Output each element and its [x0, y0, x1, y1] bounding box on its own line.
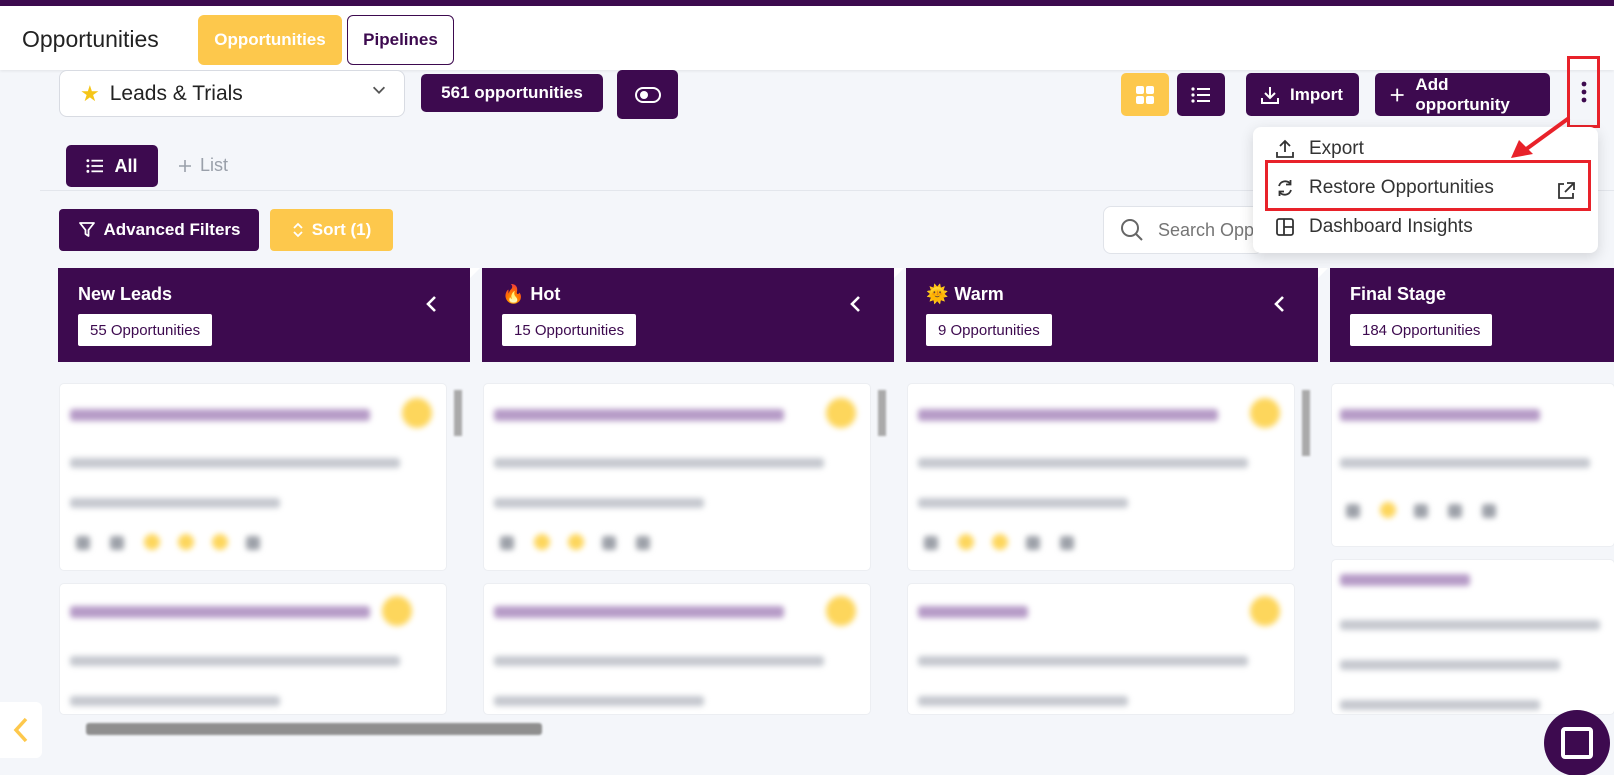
grid-view-button[interactable] — [1121, 73, 1169, 116]
star-icon: ★ — [80, 80, 100, 106]
stage-column-new-leads: New Leads 55 Opportunities — [58, 268, 470, 362]
stage-count-badge: 9 Opportunities — [926, 314, 1052, 346]
list-icon — [1191, 86, 1210, 103]
plus-icon — [179, 159, 191, 172]
stage-name-text: Hot — [530, 284, 561, 304]
list-tab-all-label: All — [114, 155, 138, 176]
opportunity-card[interactable] — [908, 584, 1294, 714]
add-list-button[interactable]: List — [178, 155, 228, 176]
stage-column-warm: 🌞 Warm 9 Opportunities — [906, 268, 1318, 362]
page-title: Opportunities — [22, 26, 159, 52]
sort-button[interactable]: Sort (1) — [270, 209, 393, 251]
tab-opportunities[interactable]: Opportunities — [198, 15, 342, 65]
sun-icon: 🌞 — [926, 284, 949, 304]
add-list-label: List — [200, 155, 229, 175]
sort-icon — [293, 222, 303, 238]
stage-name: New Leads — [78, 284, 172, 305]
download-icon — [1261, 86, 1279, 104]
tab-pipelines[interactable]: Pipelines — [347, 15, 454, 65]
stage-count-badge: 15 Opportunities — [502, 314, 637, 346]
list-view-button[interactable] — [1177, 73, 1225, 116]
opportunity-card[interactable] — [484, 584, 870, 714]
stage-name-text: Warm — [954, 284, 1004, 304]
opportunity-card[interactable] — [60, 584, 446, 714]
column-fold — [470, 268, 480, 278]
upload-icon — [1276, 139, 1294, 158]
horizontal-scrollbar[interactable] — [86, 723, 542, 735]
collapse-sidebar-button[interactable] — [0, 702, 42, 758]
menu-item-label: Dashboard Insights — [1309, 216, 1473, 237]
stage-name-text: New Leads — [78, 284, 173, 304]
advanced-filters-button[interactable]: Advanced Filters — [59, 209, 259, 251]
menu-item-label: Export — [1309, 138, 1364, 159]
pipeline-select[interactable]: ★ Leads & Trials — [59, 70, 405, 117]
stage-name: 🌞 Warm — [926, 284, 1004, 305]
fire-icon: 🔥 — [502, 284, 525, 304]
card-scrollbar[interactable] — [454, 390, 462, 436]
chat-icon — [1561, 727, 1593, 759]
restore-highlight-box — [1265, 160, 1591, 211]
sort-label: Sort (1) — [311, 220, 372, 239]
chevron-left-icon — [13, 717, 28, 743]
chevron-down-icon — [372, 86, 386, 94]
add-opportunity-label: Add opportunity — [1415, 74, 1510, 114]
opportunity-card[interactable] — [908, 384, 1294, 570]
toggle-icon — [634, 86, 661, 103]
stage-count-badge: 55 Opportunities — [78, 314, 213, 346]
chevron-left-icon[interactable] — [846, 294, 866, 314]
grid-icon — [1136, 85, 1154, 104]
stage-name: Final Stage — [1350, 284, 1446, 305]
column-fold — [1318, 268, 1328, 278]
search-icon — [1121, 219, 1143, 241]
chat-widget-button[interactable] — [1544, 710, 1610, 775]
add-opportunity-button[interactable]: Add opportunity — [1375, 73, 1550, 116]
menu-item-dashboard-insights[interactable]: Dashboard Insights — [1275, 212, 1473, 242]
plus-icon — [1390, 88, 1404, 101]
opportunity-card[interactable] — [1332, 560, 1614, 714]
filter-icon — [78, 222, 95, 237]
column-fold — [894, 268, 904, 278]
annotation-arrow — [1511, 116, 1571, 158]
stage-name-text: Final Stage — [1350, 284, 1447, 304]
pipeline-select-value: Leads & Trials — [109, 81, 243, 105]
stage-count-badge: 184 Opportunities — [1350, 314, 1493, 346]
list-tab-all[interactable]: All — [66, 145, 158, 187]
dashboard-icon — [1276, 218, 1294, 236]
kebab-icon — [1581, 81, 1586, 103]
list-icon — [86, 159, 104, 173]
import-label: Import — [1290, 84, 1343, 104]
card-scrollbar[interactable] — [878, 390, 886, 436]
search-box[interactable] — [1103, 206, 1263, 254]
card-scrollbar[interactable] — [1302, 390, 1310, 456]
advanced-filters-label: Advanced Filters — [103, 220, 241, 239]
stage-column-hot: 🔥 Hot 15 Opportunities — [482, 268, 894, 362]
chevron-left-icon[interactable] — [1270, 294, 1290, 314]
app-header: Opportunities Opportunities Pipelines — [0, 6, 1614, 70]
stage-name: 🔥 Hot — [502, 284, 560, 305]
chevron-left-icon[interactable] — [422, 294, 442, 314]
toggle-button[interactable] — [617, 70, 678, 119]
opportunity-count-badge: 561 opportunities — [421, 74, 603, 112]
opportunity-card[interactable] — [60, 384, 446, 570]
stage-column-final-stage: Final Stage 184 Opportunities — [1330, 268, 1614, 362]
opportunity-card[interactable] — [484, 384, 870, 570]
search-input[interactable] — [1158, 219, 1258, 241]
opportunity-card[interactable] — [1332, 384, 1614, 546]
import-button[interactable]: Import — [1246, 73, 1359, 116]
